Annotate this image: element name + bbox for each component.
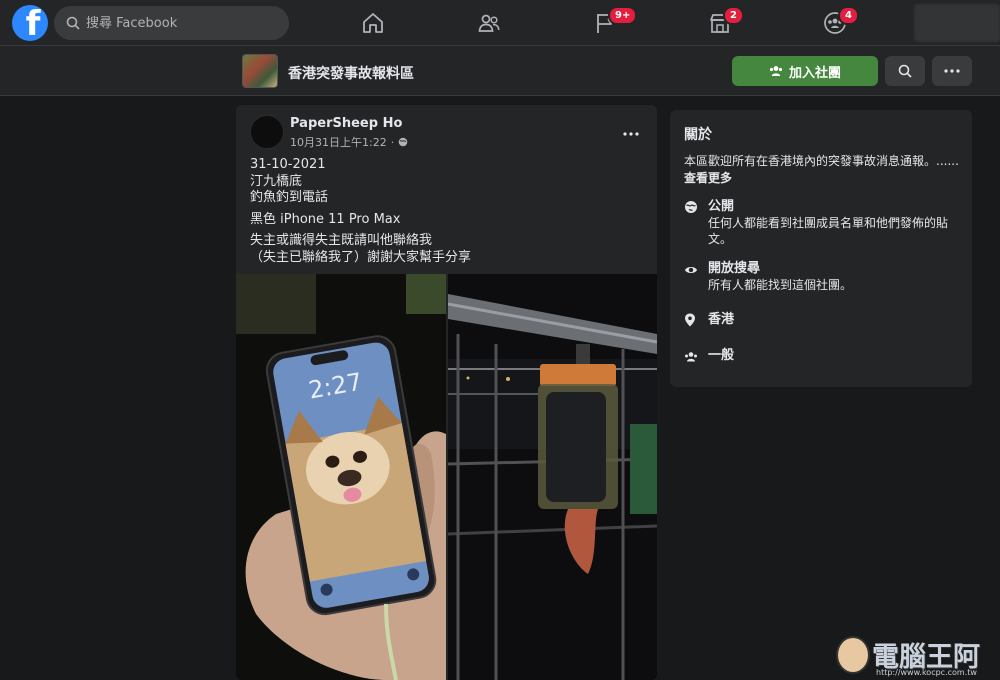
post-card: PaperSheep Ho 10月31日上午1:22 · 31-10-2021 …	[236, 105, 657, 680]
about-item-heading: 開放搜尋	[708, 261, 761, 276]
search-input[interactable]	[86, 15, 266, 31]
avatar[interactable]	[250, 115, 284, 149]
about-item-heading: 香港	[708, 312, 735, 327]
about-panel: 關於 本區歡迎所有在香港境內的突發事故消息通報。...... 查看更多 公開 任…	[670, 110, 972, 387]
friends-icon	[478, 14, 500, 32]
join-group-icon	[769, 66, 783, 76]
post-photo-railing[interactable]	[448, 274, 657, 680]
about-item-location: 香港	[684, 311, 734, 331]
group-title[interactable]: 香港突發事故報料區	[288, 63, 414, 83]
home-icon	[363, 13, 383, 33]
globe-icon	[685, 201, 697, 213]
search-box[interactable]	[54, 6, 289, 40]
location-icon	[685, 313, 695, 327]
group-header-bar: 香港突發事故報料區 加入社團	[0, 46, 1000, 96]
about-description: 本區歡迎所有在香港境內的突發事故消息通報。...... 查看更多	[684, 153, 964, 187]
groups-badge: 4	[838, 6, 859, 25]
pages-badge: 9+	[608, 6, 638, 25]
phone-photo-illustration: 2:27	[236, 274, 446, 680]
post-body: 31-10-2021 汀九橋底 釣魚釣到電話 黑色 iPhone 11 Pro …	[250, 157, 650, 266]
about-item-category: 一般	[684, 347, 734, 367]
post-photo-phone[interactable]: 2:27	[236, 274, 446, 680]
facebook-logo[interactable]: f	[12, 5, 48, 41]
search-icon	[66, 16, 80, 30]
about-item-visible: 開放搜尋 所有人都能找到這個社團。	[684, 260, 852, 293]
nav-home[interactable]	[336, 4, 410, 42]
post-line: 黑色 iPhone 11 Pro Max	[250, 211, 401, 227]
top-navigation-bar: f 9+ 2 4	[0, 0, 1000, 46]
nav-marketplace[interactable]: 2	[683, 4, 757, 42]
logo-letter: f	[25, 5, 41, 41]
nav-friends[interactable]	[452, 4, 526, 42]
post-line: （失主已聯絡我了）謝謝大家幫手分享	[250, 249, 472, 265]
search-icon	[898, 64, 912, 78]
mascot-logo	[836, 636, 870, 674]
about-item-sub: 所有人都能找到這個社團。	[708, 278, 853, 292]
group-icon	[685, 352, 697, 362]
group-search-button[interactable]	[885, 56, 925, 86]
about-description-text: 本區歡迎所有在香港境內的突發事故消息通報。......	[684, 154, 959, 168]
post-timestamp[interactable]: 10月31日上午1:22	[290, 134, 387, 150]
join-group-button[interactable]: 加入社團	[732, 56, 878, 86]
group-more-button[interactable]	[932, 56, 972, 86]
eye-icon	[685, 267, 697, 273]
post-author[interactable]: PaperSheep Ho	[290, 116, 402, 131]
watermark-url: http://www.kocpc.com.tw	[876, 668, 977, 677]
post-more-button[interactable]	[623, 121, 639, 140]
post-line: 失主或識得失主既請叫他聯絡我	[250, 233, 433, 248]
post-meta: 10月31日上午1:22 ·	[290, 134, 408, 150]
marketplace-badge: 2	[723, 6, 744, 25]
more-icon	[944, 69, 960, 73]
post-line: 31-10-2021	[250, 157, 326, 172]
meta-separator: ·	[390, 135, 395, 149]
nav-groups[interactable]: 4	[798, 4, 872, 42]
group-thumbnail[interactable]	[242, 54, 278, 88]
nav-pages[interactable]: 9+	[568, 4, 642, 42]
about-title: 關於	[684, 127, 712, 143]
about-item-heading: 公開	[708, 199, 735, 214]
about-item-heading: 一般	[708, 348, 735, 363]
about-item-sub: 任何人都能看到社團成員名單和他們發佈的貼文。	[708, 216, 949, 246]
account-menu-blurred[interactable]	[914, 4, 1000, 42]
join-group-label: 加入社團	[788, 64, 841, 80]
about-item-public: 公開 任何人都能看到社團成員名單和他們發佈的貼文。	[684, 198, 958, 247]
site-watermark: 電腦王阿達 http://www.kocpc.com.tw	[832, 632, 998, 678]
globe-icon	[398, 137, 408, 147]
post-line: 釣魚釣到電話	[250, 190, 329, 205]
railing-photo-illustration	[448, 274, 657, 680]
see-more-link[interactable]: 查看更多	[684, 171, 732, 185]
more-icon	[623, 132, 639, 136]
post-line: 汀九橋底	[250, 173, 303, 189]
